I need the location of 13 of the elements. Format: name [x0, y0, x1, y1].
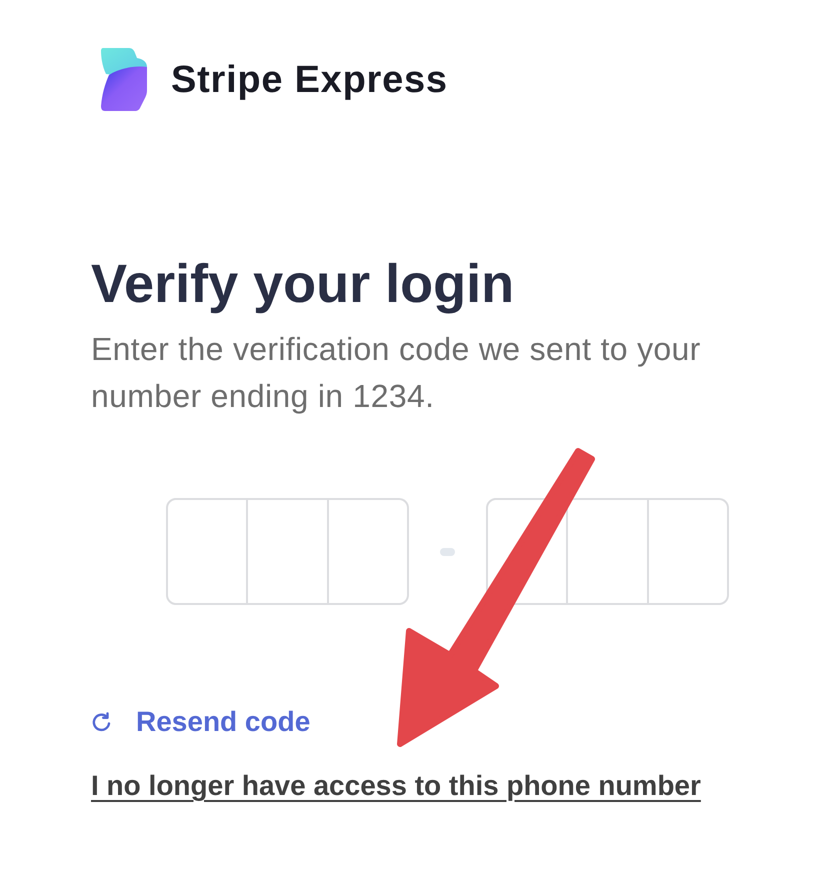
- instruction-text: Enter the verification code we sent to your number ending in 1234.: [91, 330, 702, 416]
- dash-icon: [440, 548, 455, 556]
- digit-input-field[interactable]: [328, 498, 409, 605]
- digit-input-field[interactable]: [568, 498, 649, 605]
- digit-input-field[interactable]: [248, 498, 329, 605]
- no-access-link[interactable]: I no longer have access to this phone number: [91, 771, 701, 801]
- resend-code-link[interactable]: Resend code: [91, 707, 310, 737]
- refresh-icon: [91, 712, 112, 732]
- page-title: Verify your login: [91, 253, 514, 316]
- digit-input-field[interactable]: [648, 498, 729, 605]
- brand-name: Stripe Express: [171, 61, 448, 99]
- logo-icon: [100, 48, 148, 112]
- digit-input-field[interactable]: [166, 498, 248, 605]
